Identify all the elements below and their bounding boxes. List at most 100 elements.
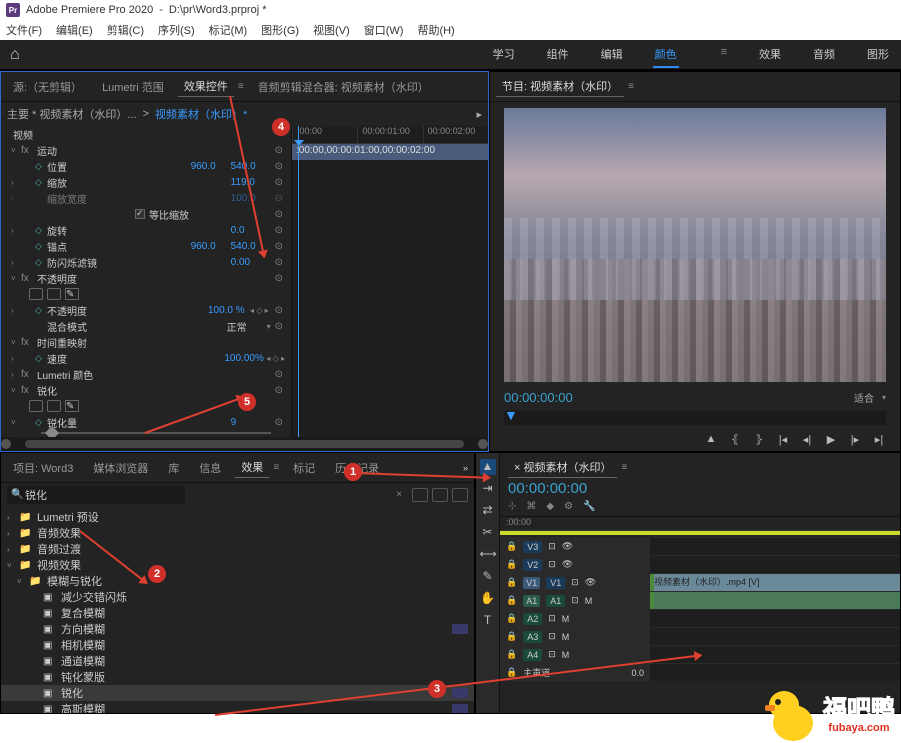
fx-compound-blur[interactable]: ▣复合模糊 bbox=[1, 605, 474, 621]
lock-icon[interactable]: 🔒 bbox=[506, 541, 517, 552]
menu-edit[interactable]: 编辑(E) bbox=[56, 22, 93, 38]
effects-search-input[interactable] bbox=[7, 486, 185, 504]
mask-rect-icon[interactable] bbox=[47, 400, 61, 412]
wrench-icon[interactable]: 🔧 bbox=[583, 501, 595, 512]
panel-menu-icon[interactable]: ≡ bbox=[628, 81, 634, 92]
eye-icon[interactable]: 👁 bbox=[585, 577, 596, 588]
toggle-output-icon[interactable]: ⊡ bbox=[548, 559, 556, 570]
source-patch[interactable]: A1 bbox=[523, 595, 540, 607]
mask-ellipse-icon[interactable] bbox=[29, 288, 43, 300]
ws-effects[interactable]: 效果 bbox=[757, 42, 783, 68]
ws-audio[interactable]: 音频 bbox=[811, 42, 837, 68]
folder-audio-transitions[interactable]: ›📁音频过渡 bbox=[1, 541, 474, 557]
menu-help[interactable]: 帮助(H) bbox=[417, 22, 454, 38]
tab-media-browser[interactable]: 媒体浏览器 bbox=[87, 458, 154, 478]
prop-opacity-val[interactable]: ›◇不透明度100.0 %◂ ◇ ▸⊙ bbox=[1, 302, 291, 318]
panel-menu-icon[interactable]: ≡ bbox=[238, 81, 244, 92]
playhead-icon[interactable] bbox=[298, 126, 299, 451]
selection-tool-icon[interactable]: ▲ bbox=[480, 459, 496, 475]
eye-icon[interactable]: 👁 bbox=[562, 541, 573, 552]
accelerated-fx-icon[interactable] bbox=[412, 488, 428, 502]
menu-graphics[interactable]: 图形(G) bbox=[261, 22, 299, 38]
clear-search-icon[interactable]: × bbox=[396, 489, 402, 500]
prop-scale[interactable]: ›◇缩放119.0⊙ bbox=[1, 174, 291, 190]
timeline-ruler[interactable]: :00:00 bbox=[500, 517, 900, 531]
program-scrubber[interactable]: ▼ bbox=[504, 411, 886, 425]
folder-video-effects[interactable]: ˅📁视频效果 bbox=[1, 557, 474, 573]
pen-tool-icon[interactable]: ✎ bbox=[480, 569, 496, 585]
step-fwd-icon[interactable]: |▸ bbox=[848, 433, 862, 447]
mute-icon[interactable]: ⊡ bbox=[548, 631, 556, 642]
program-monitor[interactable] bbox=[504, 108, 886, 382]
go-in-icon[interactable]: |◂ bbox=[776, 433, 790, 447]
ws-editing[interactable]: 编辑 bbox=[599, 42, 625, 68]
lock-icon[interactable]: 🔒 bbox=[506, 649, 517, 660]
lock-icon[interactable]: 🔒 bbox=[506, 667, 517, 678]
timeline-timecode[interactable]: 00:00:00:00 bbox=[508, 480, 892, 497]
panel-overflow-icon[interactable]: » bbox=[463, 463, 468, 473]
lock-icon[interactable]: 🔒 bbox=[506, 595, 517, 606]
eye-icon[interactable]: 👁 bbox=[562, 559, 573, 570]
track-select-tool-icon[interactable]: ⇥ bbox=[480, 481, 496, 497]
panel-menu-icon[interactable]: ≡ bbox=[621, 462, 627, 473]
mute-icon[interactable]: ⊡ bbox=[571, 595, 579, 606]
sequence-name[interactable]: × 视频素材（水印） bbox=[508, 457, 617, 478]
prop-sharpen-amount[interactable]: ˅◇锐化量9⊙ bbox=[1, 414, 291, 430]
zoom-fit[interactable]: 适合 bbox=[854, 390, 874, 405]
tab-project[interactable]: 项目: Word3 bbox=[7, 458, 79, 478]
fx-channel-blur[interactable]: ▣通道模糊 bbox=[1, 653, 474, 669]
program-title[interactable]: 节目: 视频素材（水印） bbox=[496, 76, 624, 97]
32bit-fx-icon[interactable] bbox=[432, 488, 448, 502]
menu-marker[interactable]: 标记(M) bbox=[209, 22, 248, 38]
step-back-icon[interactable]: ◂| bbox=[800, 433, 814, 447]
fx-motion[interactable]: ˅fx运动⊙ bbox=[1, 142, 291, 158]
ec-zoom-scrollbar[interactable] bbox=[1, 437, 488, 451]
go-out-icon[interactable]: ▸| bbox=[872, 433, 886, 447]
add-marker-icon[interactable]: ▲ bbox=[704, 433, 718, 447]
prop-uniform[interactable]: 等比缩放⊙ bbox=[1, 206, 291, 222]
type-tool-icon[interactable]: T bbox=[480, 613, 496, 629]
home-icon[interactable]: ⌂ bbox=[10, 46, 20, 64]
menu-file[interactable]: 文件(F) bbox=[6, 22, 42, 38]
tab-lumetri-scopes[interactable]: Lumetri 范围 bbox=[96, 77, 170, 97]
mute-icon[interactable]: ⊡ bbox=[548, 649, 556, 660]
ec-clip-label[interactable]: 视频素材（水印）* bbox=[155, 106, 247, 122]
ec-mini-timeline[interactable]: :00:0000:00:01:0000:00:02:00 :00:00,00:0… bbox=[291, 126, 488, 451]
ws-color[interactable]: 颜色 bbox=[653, 42, 679, 68]
source-patch[interactable]: V1 bbox=[523, 577, 540, 589]
tab-libraries[interactable]: 库 bbox=[162, 458, 185, 478]
menu-sequence[interactable]: 序列(S) bbox=[158, 22, 195, 38]
tab-audio-mixer[interactable]: 音频剪辑混合器: 视频素材（水印） bbox=[252, 77, 435, 97]
toggle-output-icon[interactable]: ⊡ bbox=[571, 577, 579, 588]
uniform-scale-checkbox[interactable] bbox=[135, 209, 145, 219]
folder-audio-effects[interactable]: ›📁音频效果 bbox=[1, 525, 474, 541]
razor-tool-icon[interactable]: ✂ bbox=[480, 525, 496, 541]
prop-position[interactable]: ◇位置960.0540.0⊙ bbox=[1, 158, 291, 174]
play-icon[interactable]: ▶ bbox=[824, 433, 838, 447]
prop-rotation[interactable]: ›◇旋转0.0⊙ bbox=[1, 222, 291, 238]
panel-menu-icon[interactable]: ≡ bbox=[273, 462, 279, 473]
settings-icon[interactable]: ⚙ bbox=[564, 501, 573, 512]
fx-reduce-interlace[interactable]: ▣减少交错闪烁 bbox=[1, 589, 474, 605]
mask-ellipse-icon[interactable] bbox=[29, 400, 43, 412]
prop-flicker[interactable]: ›◇防闪烁滤镜0.00⊙ bbox=[1, 254, 291, 270]
yuv-fx-icon[interactable] bbox=[452, 488, 468, 502]
timeline-clip-video[interactable]: 视频素材（水印）.mp4 [V] bbox=[650, 574, 900, 591]
tab-source[interactable]: 源:（无剪辑） bbox=[7, 77, 88, 97]
tab-effects[interactable]: 效果 bbox=[235, 457, 269, 478]
program-timecode[interactable]: 00:00:00:00 bbox=[504, 390, 573, 405]
ripple-tool-icon[interactable]: ⇄ bbox=[480, 503, 496, 519]
lock-icon[interactable]: 🔒 bbox=[506, 631, 517, 642]
prop-anchor[interactable]: ◇锚点960.0540.0⊙ bbox=[1, 238, 291, 254]
menu-view[interactable]: 视图(V) bbox=[313, 22, 350, 38]
fx-opacity[interactable]: ˅fx不透明度⊙ bbox=[1, 270, 291, 286]
ws-learn[interactable]: 学习 bbox=[491, 42, 517, 68]
menu-window[interactable]: 窗口(W) bbox=[364, 22, 404, 38]
work-area-bar[interactable] bbox=[500, 531, 900, 535]
fx-unsharp-mask[interactable]: ▣钝化蒙版 bbox=[1, 669, 474, 685]
timeline-clip-audio[interactable] bbox=[650, 592, 900, 609]
fx-directional-blur[interactable]: ▣方向模糊 bbox=[1, 621, 474, 637]
fx-time-remap[interactable]: ˅fx时间重映射 bbox=[1, 334, 291, 350]
mask-pen-icon[interactable]: ✎ bbox=[65, 288, 79, 300]
mark-in-icon[interactable]: ⦃ bbox=[728, 433, 742, 447]
